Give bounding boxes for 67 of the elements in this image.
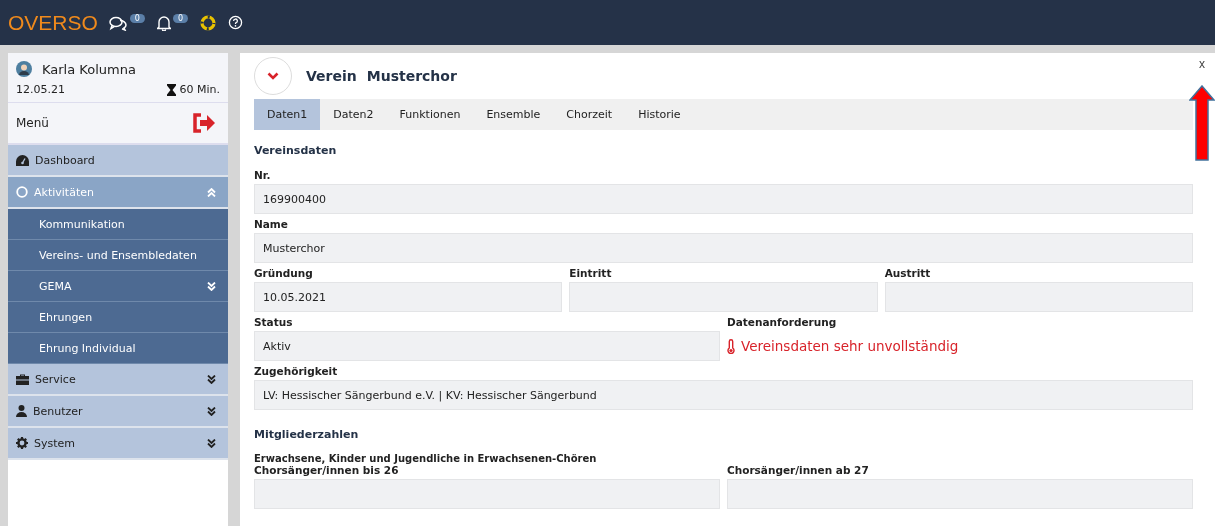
field-label: Status: [254, 316, 294, 328]
input-field[interactable]: [884, 282, 1193, 312]
submenu-item[interactable]: Kommunikation: [8, 209, 228, 240]
tab[interactable]: Daten2: [320, 99, 387, 130]
help-icon[interactable]: [228, 15, 244, 30]
input-field[interactable]: [254, 479, 720, 509]
bell-icon[interactable]: [156, 14, 171, 31]
circle-icon: [16, 186, 28, 198]
field-label: Eintritt: [569, 267, 613, 279]
logo: OVERSO: [8, 10, 98, 35]
field-label: Gründung: [254, 267, 314, 279]
data-status-warning: Vereinsdaten sehr unvollständig: [741, 338, 959, 354]
submenu-item[interactable]: GEMA: [8, 271, 228, 302]
message-count-badge: 0: [129, 14, 145, 23]
logout-icon[interactable]: [192, 113, 216, 133]
field-label: Chorsänger/innen ab 27: [727, 464, 870, 476]
lifebuoy-icon[interactable]: [200, 14, 217, 31]
tab[interactable]: Chorzeit: [553, 99, 626, 130]
field-label: Zugehörigkeit: [254, 365, 339, 377]
tab[interactable]: Historie: [625, 99, 694, 130]
panel-type: Verein: [306, 68, 357, 84]
close-button[interactable]: x: [1199, 57, 1205, 71]
briefcase-icon: [16, 373, 29, 385]
section-heading: Vereinsdaten: [254, 144, 338, 157]
submenu-item[interactable]: Vereins- und Ensembledaten: [8, 240, 228, 271]
double-chevron-down-icon: [207, 281, 216, 291]
input-field[interactable]: LV: Hessischer Sängerbund e.V. | KV: Hessischer Sängerbund: [254, 380, 1193, 410]
double-chevron-down-icon: [207, 374, 216, 384]
field-label: Chorsänger/innen bis 26: [254, 464, 400, 476]
tab[interactable]: Funktionen: [386, 99, 474, 130]
field-label: Datenanforderung: [727, 316, 838, 328]
avatar-icon: [16, 61, 32, 77]
input-field[interactable]: Aktiv: [254, 331, 720, 361]
menu-item[interactable]: Dashboard: [8, 145, 228, 177]
dashboard-icon: [16, 154, 29, 166]
tab[interactable]: Daten1: [254, 99, 321, 130]
input-field[interactable]: 169900400: [254, 184, 1193, 214]
field-label: Nr.: [254, 169, 272, 181]
session-time: 60 Min.: [179, 83, 220, 96]
section-heading: Mitgliederzahlen: [254, 428, 360, 441]
hourglass-icon: [167, 83, 177, 96]
submenu-item[interactable]: Ehrung Individual: [8, 333, 228, 364]
thermometer-icon: [727, 338, 735, 354]
menu-label: Menü: [16, 116, 49, 130]
input-field[interactable]: [569, 282, 878, 312]
menu-item[interactable]: System: [8, 428, 228, 460]
panel-title: Musterchor: [366, 68, 457, 84]
subsection-heading: Erwachsene, Kinder und Jugendliche in Erwachsenen-Chören: [254, 453, 598, 464]
submenu-item[interactable]: Ehrungen: [8, 302, 228, 333]
double-chevron-down-icon: [207, 438, 216, 448]
gear-icon: [16, 437, 28, 449]
field-label: Name: [254, 218, 289, 230]
input-field[interactable]: 10.05.2021: [254, 282, 563, 312]
menu-item[interactable]: Benutzer: [8, 396, 228, 428]
input-field[interactable]: [727, 479, 1193, 509]
chat-icon[interactable]: [107, 14, 128, 31]
notification-count-badge: 0: [172, 14, 189, 23]
login-date: 12.05.21: [16, 83, 65, 96]
chevron-down-icon: [267, 72, 279, 80]
user-icon: [16, 405, 27, 417]
user-name: Karla Kolumna: [42, 61, 136, 77]
double-chevron-up-icon: [207, 187, 216, 197]
tab[interactable]: Ensemble: [473, 99, 554, 130]
field-label: Austritt: [884, 267, 932, 279]
double-chevron-down-icon: [207, 406, 216, 416]
menu-item[interactable]: Service: [8, 364, 228, 396]
input-field[interactable]: Musterchor: [254, 233, 1193, 263]
